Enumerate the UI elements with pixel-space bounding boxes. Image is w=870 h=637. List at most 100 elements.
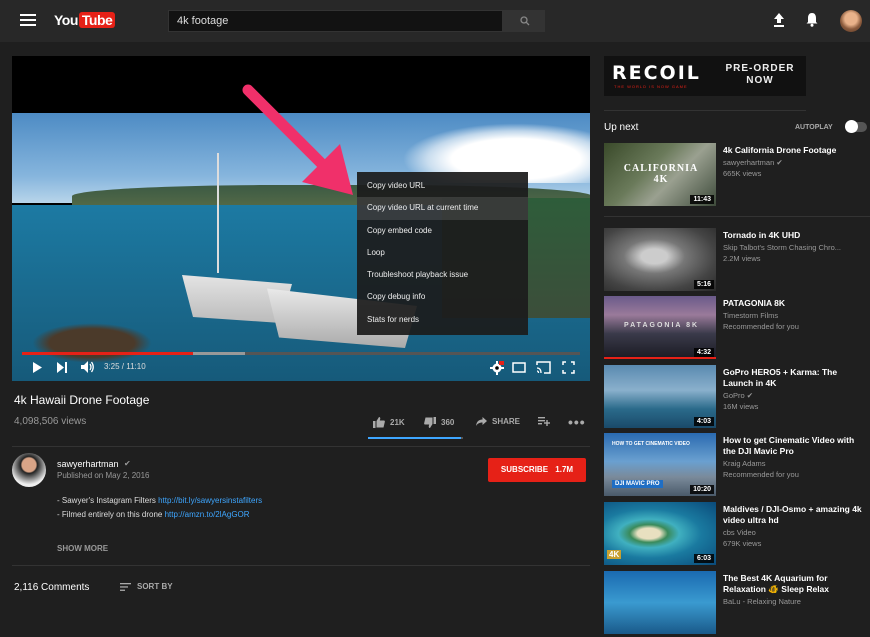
channel-name[interactable]: sawyerhartman xyxy=(57,459,119,469)
sort-by-button[interactable]: SORT BY xyxy=(120,582,173,591)
ad-cta: PRE-ORDER NOW xyxy=(718,63,802,87)
video-thumbnail[interactable]: HOW TO GET CINEMATIC VIDEO DJI MAVIC PRO… xyxy=(604,433,716,496)
channel-avatar[interactable] xyxy=(12,453,46,487)
video-thumbnail[interactable]: 5:16 xyxy=(604,228,716,291)
progress-bar[interactable] xyxy=(22,352,580,355)
view-count: 4,098,506 views xyxy=(14,416,87,427)
thumbnail-badge: 4K xyxy=(607,550,622,559)
menu-item-troubleshoot[interactable]: Troubleshoot playback issue xyxy=(357,264,528,286)
description-line: - Sawyer's Instagram Filters http://bit.… xyxy=(57,496,262,505)
fullscreen-icon[interactable] xyxy=(562,361,575,374)
description-line: - Filmed entirely on this drone http://a… xyxy=(57,510,250,519)
menu-item-debug-info[interactable]: Copy debug info xyxy=(357,286,528,308)
verified-check-icon: ✔ xyxy=(746,391,754,400)
add-to-playlist-icon xyxy=(538,417,550,426)
thumbnail-text: HOW TO GET CINEMATIC VIDEO xyxy=(612,441,690,447)
notifications-bell-icon[interactable] xyxy=(806,12,818,27)
settings-gear-icon[interactable] xyxy=(490,361,504,375)
youtube-logo[interactable]: You Tube xyxy=(54,12,116,28)
cast-icon[interactable] xyxy=(536,361,551,374)
menu-item-stats[interactable]: Stats for nerds xyxy=(357,309,528,331)
more-actions-icon[interactable]: ••• xyxy=(568,414,586,430)
duration-badge: 4:03 xyxy=(693,417,714,426)
rec-meta: 2.2M views xyxy=(723,254,761,263)
rec-channel-name: sawyerhartman xyxy=(723,158,775,167)
add-to-playlist-button[interactable] xyxy=(538,417,550,426)
verified-check-icon: ✔ xyxy=(776,158,783,167)
rec-channel: sawyerhartman ✔ xyxy=(723,158,863,167)
recommendation-item[interactable]: The Best 4K Aquarium for Relaxation 🐠 Sl… xyxy=(604,571,870,637)
video-title: 4k Hawaii Drone Footage xyxy=(14,393,150,407)
play-icon[interactable] xyxy=(32,362,42,373)
account-avatar[interactable] xyxy=(840,10,862,32)
menu-item-copy-url[interactable]: Copy video URL xyxy=(357,175,528,197)
progress-played xyxy=(22,352,193,355)
theater-mode-icon[interactable] xyxy=(512,362,526,373)
sort-icon xyxy=(120,582,131,591)
divider xyxy=(12,446,590,447)
duration-badge: 4:32 xyxy=(693,348,714,357)
recommendation-item[interactable]: PATAGONIA 8K 4:32 PATAGONIA 8K Timestorm… xyxy=(604,296,870,362)
menu-item-loop[interactable]: Loop xyxy=(357,242,528,264)
divider xyxy=(604,110,806,111)
thumbs-up-icon xyxy=(373,417,385,428)
rec-title: Maldives / DJI-Osmo + amazing 4k video u… xyxy=(723,504,862,525)
video-thumbnail[interactable]: 4:03 xyxy=(604,365,716,428)
recommendation-item[interactable]: CALIFORNIA 4K 11:43 4k California Drone … xyxy=(604,143,870,209)
rec-channel-name: GoPro xyxy=(723,391,745,400)
share-button[interactable]: SHARE xyxy=(476,417,520,426)
search-input[interactable] xyxy=(169,11,502,31)
sentiment-bar xyxy=(368,437,463,439)
subscribe-button[interactable]: SUBSCRIBE 1.7M xyxy=(488,458,586,482)
dislike-button[interactable]: 360 xyxy=(424,417,454,428)
recommendation-item[interactable]: HOW TO GET CINEMATIC VIDEO DJI MAVIC PRO… xyxy=(604,433,870,499)
autoplay-toggle[interactable] xyxy=(845,120,867,133)
drone-link[interactable]: http://amzn.to/2lAgGOR xyxy=(165,510,250,519)
menu-item-copy-url-time[interactable]: Copy video URL at current time xyxy=(357,197,528,220)
comments-count: 2,116 Comments xyxy=(14,582,90,593)
like-button[interactable]: 21K xyxy=(373,417,405,428)
rec-title: 4k California Drone Footage xyxy=(723,145,837,155)
rec-channel: Timestorm Films xyxy=(723,311,779,320)
like-count: 21K xyxy=(390,418,405,427)
divider xyxy=(604,216,870,217)
search-button[interactable] xyxy=(503,10,545,32)
rec-title: How to get Cinematic Video with the DJI … xyxy=(723,435,855,456)
video-thumbnail[interactable] xyxy=(604,571,716,634)
scene-rocks xyxy=(32,323,152,363)
rec-channel: Kraig Adams xyxy=(723,459,766,468)
search-box[interactable] xyxy=(168,10,503,32)
autoplay-knob xyxy=(845,120,858,133)
video-thumbnail[interactable]: CALIFORNIA 4K 11:43 xyxy=(604,143,716,206)
rec-channel: GoPro ✔ xyxy=(723,391,863,400)
ad-tagline: THE WORLD IS NOW GAME xyxy=(614,84,688,89)
recommendation-item[interactable]: 4:03 GoPro HERO5 + Karma: The Launch in … xyxy=(604,365,870,431)
scene-mast xyxy=(217,153,219,273)
ad-banner[interactable]: RECOIL THE WORLD IS NOW GAME PRE-ORDER N… xyxy=(604,56,806,96)
show-more-button[interactable]: SHOW MORE xyxy=(57,544,108,553)
publish-date: Published on May 2, 2016 xyxy=(57,471,150,480)
ad-cta-line1: PRE-ORDER xyxy=(725,63,795,74)
menu-icon[interactable] xyxy=(20,14,36,26)
volume-icon[interactable] xyxy=(81,361,95,373)
thumbnail-text: CALIFORNIA 4K xyxy=(623,163,699,185)
instagram-filters-link[interactable]: http://bit.ly/sawyersinstafilters xyxy=(158,496,262,505)
video-thumbnail[interactable]: PATAGONIA 8K 4:32 xyxy=(604,296,716,359)
ad-cta-line2: NOW xyxy=(746,75,774,86)
masthead: You Tube xyxy=(0,0,870,42)
ad-title: RECOIL xyxy=(612,62,701,84)
rec-title: GoPro HERO5 + Karma: The Launch in 4K xyxy=(723,367,838,388)
recommendation-item[interactable]: 4K 6:03 Maldives / DJI-Osmo + amazing 4k… xyxy=(604,502,870,568)
autoplay-label: AUTOPLAY xyxy=(795,124,833,131)
upload-icon[interactable] xyxy=(773,13,785,27)
verified-check-icon: ✔ xyxy=(124,459,131,468)
dislike-count: 360 xyxy=(441,418,455,427)
recommendation-item[interactable]: 5:16 Tornado in 4K UHD Skip Talbot's Sto… xyxy=(604,228,870,294)
pink-arrow-annotation xyxy=(242,84,353,195)
menu-item-copy-embed[interactable]: Copy embed code xyxy=(357,220,528,242)
duration-badge: 5:16 xyxy=(693,280,714,289)
next-icon[interactable] xyxy=(57,362,67,373)
rec-title: PATAGONIA 8K xyxy=(723,298,786,308)
video-thumbnail[interactable]: 4K 6:03 xyxy=(604,502,716,565)
subscriber-count: 1.7M xyxy=(555,465,574,474)
